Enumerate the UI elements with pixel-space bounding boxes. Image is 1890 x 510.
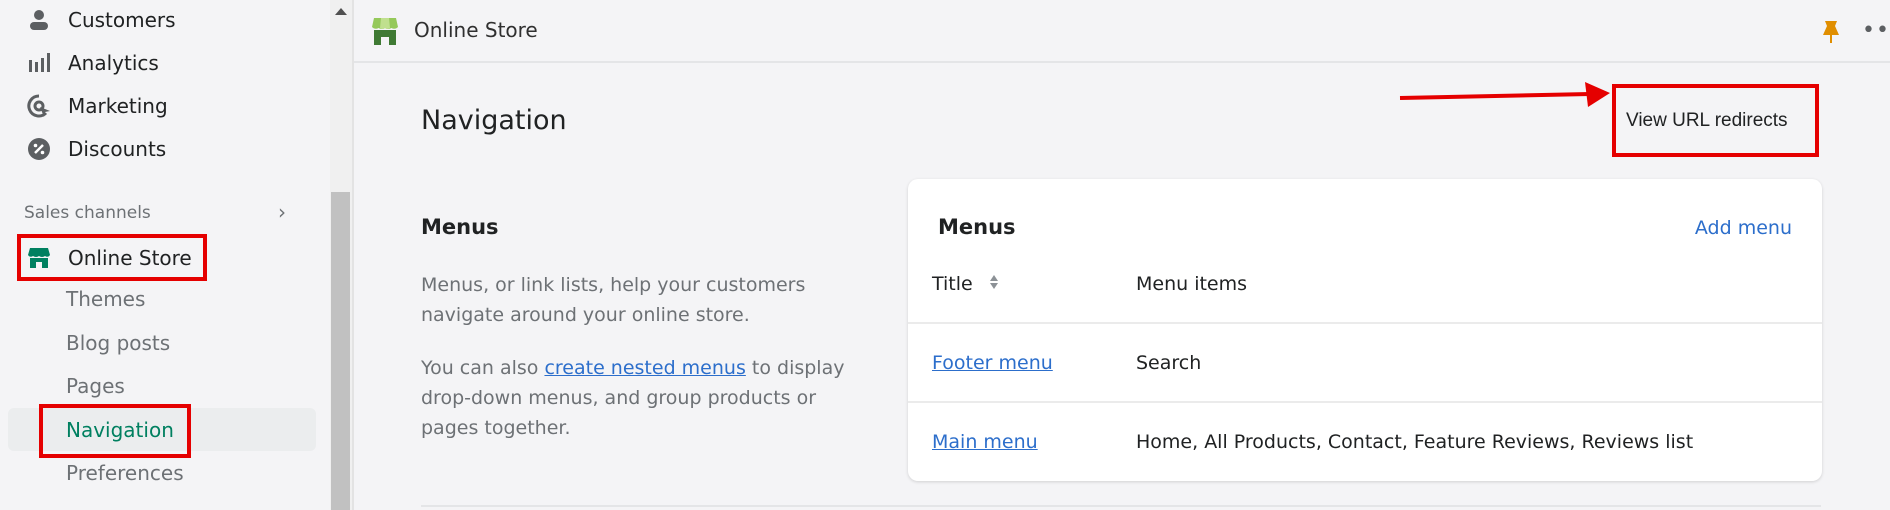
annotation-arrow bbox=[1399, 82, 1610, 107]
annotation-box-navigation bbox=[39, 404, 191, 458]
card-title: Menus bbox=[938, 215, 1016, 239]
sidebar-subitem-blog-posts[interactable]: Blog posts bbox=[66, 328, 170, 358]
chevron-right-icon[interactable]: › bbox=[278, 200, 286, 224]
sidebar-item-label: Discounts bbox=[68, 137, 167, 161]
sidebar: Customers Analytics Marketing Discounts … bbox=[0, 0, 330, 510]
menu-title-link[interactable]: Main menu bbox=[932, 431, 1038, 453]
menu-items-cell: Home, All Products, Contact, Feature Rev… bbox=[1136, 431, 1694, 453]
sidebar-item-label: Customers bbox=[68, 8, 176, 32]
sidebar-item-analytics[interactable]: Analytics bbox=[26, 46, 159, 80]
sidebar-item-label: Marketing bbox=[68, 94, 168, 118]
add-menu-button[interactable]: Add menu bbox=[1695, 217, 1792, 239]
menus-section-title: Menus bbox=[421, 215, 499, 239]
sidebar-subitem-preferences[interactable]: Preferences bbox=[66, 458, 184, 488]
top-bar: Online Store bbox=[354, 0, 1890, 63]
bar-chart-icon bbox=[26, 50, 52, 76]
sidebar-subitem-themes[interactable]: Themes bbox=[66, 284, 145, 314]
target-icon bbox=[26, 93, 52, 119]
section-divider bbox=[421, 505, 1821, 507]
sidebar-item-discounts[interactable]: Discounts bbox=[26, 132, 166, 166]
discount-icon bbox=[26, 136, 52, 162]
online-store-app-icon bbox=[372, 16, 398, 50]
menus-card: Menus Add menu Title Menu items Footer m… bbox=[908, 179, 1822, 481]
column-label: Title bbox=[932, 273, 973, 295]
row-divider bbox=[908, 322, 1822, 324]
menu-title-link[interactable]: Footer menu bbox=[932, 352, 1053, 374]
menus-section-description: Menus, or link lists, help your customer… bbox=[421, 274, 806, 326]
annotation-box-online-store bbox=[17, 234, 207, 281]
divider bbox=[352, 0, 354, 510]
app-title: Online Store bbox=[414, 18, 538, 42]
person-icon bbox=[26, 7, 52, 33]
help-text: You can also bbox=[421, 357, 545, 379]
nested-menus-help: You can also create nested menus to disp… bbox=[421, 353, 861, 443]
sidebar-item-marketing[interactable]: Marketing bbox=[26, 89, 168, 123]
more-actions-icon[interactable]: ••• bbox=[1862, 20, 1890, 42]
sidebar-subitem-pages[interactable]: Pages bbox=[66, 371, 125, 401]
column-header-title[interactable]: Title bbox=[932, 273, 999, 296]
sidebar-item-label: Analytics bbox=[68, 51, 159, 75]
scrollbar-thumb[interactable] bbox=[331, 192, 350, 510]
sort-icon[interactable] bbox=[989, 273, 999, 296]
row-divider bbox=[908, 401, 1822, 403]
sidebar-item-customers[interactable]: Customers bbox=[26, 3, 176, 37]
scroll-up-arrow-icon[interactable] bbox=[335, 8, 347, 15]
menu-items-cell: Search bbox=[1136, 352, 1202, 374]
pin-icon[interactable] bbox=[1822, 20, 1840, 48]
page-title: Navigation bbox=[421, 105, 567, 136]
sales-channels-label: Sales channels bbox=[24, 203, 151, 223]
create-nested-menus-link[interactable]: create nested menus bbox=[544, 357, 745, 379]
column-header-menu-items: Menu items bbox=[1136, 273, 1248, 295]
view-url-redirects-button[interactable]: View URL redirects bbox=[1626, 110, 1788, 132]
